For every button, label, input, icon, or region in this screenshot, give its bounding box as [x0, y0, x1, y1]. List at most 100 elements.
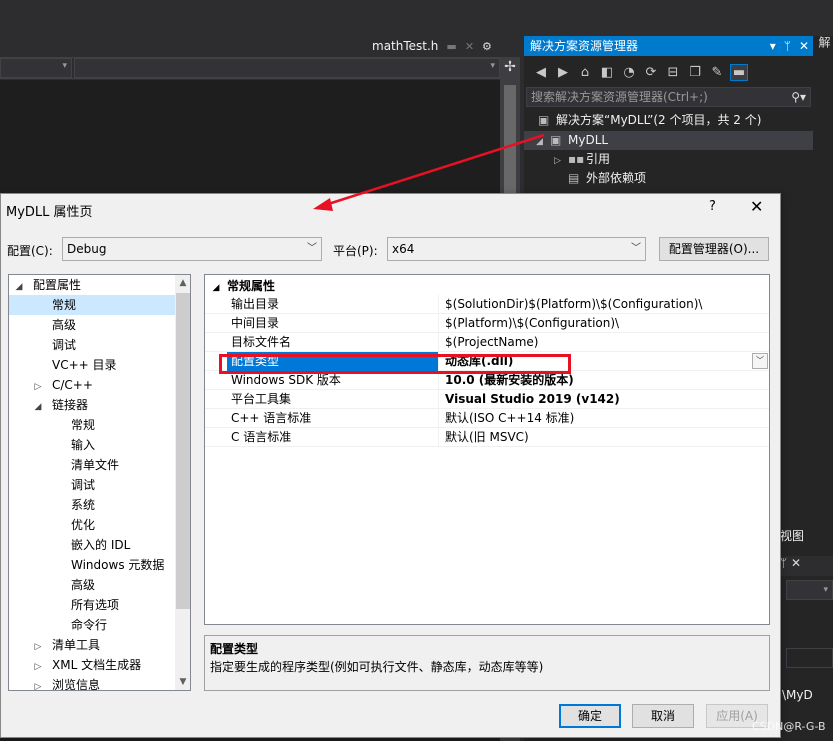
solution-search-input[interactable]: 搜索解决方案资源管理器(Ctrl+;) ⚲▾ — [526, 87, 811, 107]
property-value[interactable]: $(Platform)\$(Configuration)\ — [441, 314, 751, 333]
vertical-side-tab[interactable]: 解 — [817, 36, 833, 96]
chevron-down-icon: ﹀ — [307, 243, 317, 254]
tree-scrollbar[interactable]: ▲ ▼ — [175, 275, 190, 690]
ok-button[interactable]: 确定 — [559, 704, 621, 728]
property-row[interactable]: 平台工具集 Visual Studio 2019 (v142) — [205, 390, 769, 409]
dropdown-icon[interactable]: ▾ — [770, 36, 776, 56]
tree-item-label: XML 文档生成器 — [52, 658, 142, 672]
tree-item[interactable]: 命令行 — [9, 615, 175, 635]
config-select[interactable]: Debug ﹀ — [62, 237, 322, 261]
tree-item[interactable]: ▷ 清单工具 — [9, 635, 175, 655]
tree-item[interactable]: ▷ XML 文档生成器 — [9, 655, 175, 675]
property-row[interactable]: 输出目录 $(SolutionDir)$(Platform)\$(Configur… — [205, 295, 769, 314]
property-value[interactable]: $(SolutionDir)$(Platform)\$(Configuratio… — [441, 295, 751, 314]
bottom-pane-title: 视图 — [780, 529, 805, 543]
tree-item[interactable]: 嵌入的 IDL — [9, 535, 175, 555]
document-tab[interactable]: mathTest.h ▬ ✕ ⚙ — [372, 37, 492, 55]
property-row[interactable]: C 语言标准 默认(旧 MSVC) — [205, 428, 769, 447]
pin-icon[interactable]: ᛘ — [784, 36, 791, 56]
scroll-down-icon: ▼ — [179, 677, 187, 687]
tree-item[interactable]: 优化 — [9, 515, 175, 535]
tree-item[interactable]: 高级 — [9, 315, 175, 335]
tree-item[interactable]: ◢ 链接器 — [9, 395, 175, 415]
nav-project-combo[interactable]: ▾ — [0, 58, 72, 78]
bottom-pane-field[interactable] — [786, 648, 833, 668]
tree-item[interactable]: 常规 — [9, 415, 175, 435]
tree-item[interactable]: 系统 — [9, 495, 175, 515]
switch-views-icon[interactable]: ◧ — [598, 65, 616, 80]
property-row[interactable]: C++ 语言标准 默认(ISO C++14 标准) — [205, 409, 769, 428]
show-all-files-icon[interactable]: ❐ — [686, 65, 704, 80]
forward-icon[interactable]: ▶ — [554, 65, 572, 80]
close-icon[interactable]: ✕ — [799, 36, 809, 56]
chevron-down-icon[interactable]: ﹀ — [752, 353, 768, 369]
close-tab-icon[interactable]: ✕ — [465, 40, 474, 53]
tree-item-label: 常规 — [71, 418, 96, 432]
config-manager-button[interactable]: 配置管理器(O)... — [659, 237, 769, 261]
back-icon[interactable]: ◀ — [532, 65, 550, 80]
pending-changes-icon[interactable]: ◔ — [620, 65, 638, 80]
expand-icon[interactable]: ◢ — [32, 397, 44, 417]
expand-icon[interactable]: ▷ — [32, 677, 44, 690]
home-icon[interactable]: ⌂ — [576, 65, 594, 80]
tree-item-references[interactable]: ▷ ▪▪ 引用 — [554, 150, 610, 169]
references-icon: ▪▪ — [568, 152, 585, 166]
property-value[interactable]: Visual Studio 2019 (v142) — [441, 390, 751, 409]
tree-item[interactable]: 高级 — [9, 575, 175, 595]
property-tree: ◢ 配置属性 常规 高级 调试 VC++ 目录 ▷ C/C++ ◢ 链接器 常规 输入 清单文件 调试 系统… — [8, 274, 191, 691]
document-tab-label: mathTest.h — [372, 39, 439, 53]
pin-icon[interactable]: ▬ — [446, 40, 456, 53]
tree-item[interactable]: 常规 — [9, 295, 175, 315]
tree-item[interactable]: Windows 元数据 — [9, 555, 175, 575]
gear-icon[interactable]: ⚙ — [482, 40, 492, 53]
tree-item-label: 链接器 — [52, 398, 89, 412]
expand-icon[interactable]: ▷ — [32, 657, 44, 677]
split-icon[interactable]: ✢ — [500, 57, 520, 77]
platform-select[interactable]: x64 ﹀ — [387, 237, 646, 261]
tree-item-label: 调试 — [52, 338, 77, 352]
tree-item[interactable]: ▷ 浏览信息 — [9, 675, 175, 690]
property-row[interactable]: 目标文件名 $(ProjectName) — [205, 333, 769, 352]
property-value[interactable]: 默认(旧 MSVC) — [441, 428, 751, 447]
tree-item[interactable]: ▷ C/C++ — [9, 375, 175, 395]
search-icon[interactable]: ⚲▾ — [791, 88, 806, 106]
expand-icon[interactable]: ▷ — [32, 637, 44, 657]
expand-icon[interactable]: ◢ — [536, 133, 550, 152]
properties-icon[interactable]: ✎ — [708, 65, 726, 80]
expand-icon[interactable]: ▷ — [32, 377, 44, 397]
bottom-pane-dropdown[interactable]: ▾ — [786, 580, 833, 600]
tree-item-label: VC++ 目录 — [52, 358, 117, 372]
project-icon: ▣ — [550, 133, 562, 147]
expand-icon[interactable]: ▷ — [554, 152, 568, 171]
tree-item[interactable]: 所有选项 — [9, 595, 175, 615]
tree-item-external-deps[interactable]: ▤ 外部依赖项 — [568, 169, 646, 188]
cancel-button[interactable]: 取消 — [632, 704, 694, 728]
tree-item-label: C/C++ — [52, 378, 93, 392]
tree-item-project[interactable]: ◢ ▣ MyDLL — [524, 131, 813, 150]
sync-icon[interactable]: ⟳ — [642, 65, 660, 80]
property-name: 中间目录 — [227, 314, 439, 333]
tree-item[interactable]: VC++ 目录 — [9, 355, 175, 375]
tree-item[interactable]: ◢ 配置属性 — [9, 275, 175, 295]
tree-item[interactable]: 清单文件 — [9, 455, 175, 475]
preview-icon[interactable]: ▬ — [730, 63, 748, 81]
help-button[interactable]: ? — [709, 199, 716, 214]
close-button[interactable]: ✕ — [750, 197, 763, 216]
nav-member-combo[interactable]: ▾ — [74, 58, 500, 78]
expand-icon[interactable]: ◢ — [13, 277, 25, 297]
collapse-all-icon[interactable]: ⊟ — [664, 65, 682, 80]
tree-item-label: 输入 — [71, 438, 96, 452]
tree-item-solution[interactable]: ▣ 解决方案“MyDLL”(2 个项目，共 2 个) — [538, 111, 761, 130]
property-value[interactable]: 默认(ISO C++14 标准) — [441, 409, 751, 428]
bottom-pane-controls[interactable]: ᛘ ✕ — [776, 556, 833, 576]
tree-item[interactable]: 调试 — [9, 475, 175, 495]
property-value[interactable]: $(ProjectName) — [441, 333, 751, 352]
property-name: 目标文件名 — [227, 333, 439, 352]
property-row[interactable]: 中间目录 $(Platform)\$(Configuration)\ — [205, 314, 769, 333]
tree-item[interactable]: 输入 — [9, 435, 175, 455]
tree-item-label: 常规 — [52, 298, 77, 312]
scroll-up-icon: ▲ — [179, 278, 187, 288]
tree-item[interactable]: 调试 — [9, 335, 175, 355]
solution-icon: ▣ — [538, 113, 550, 127]
category-header[interactable]: ◢ 常规属性 — [205, 277, 769, 295]
